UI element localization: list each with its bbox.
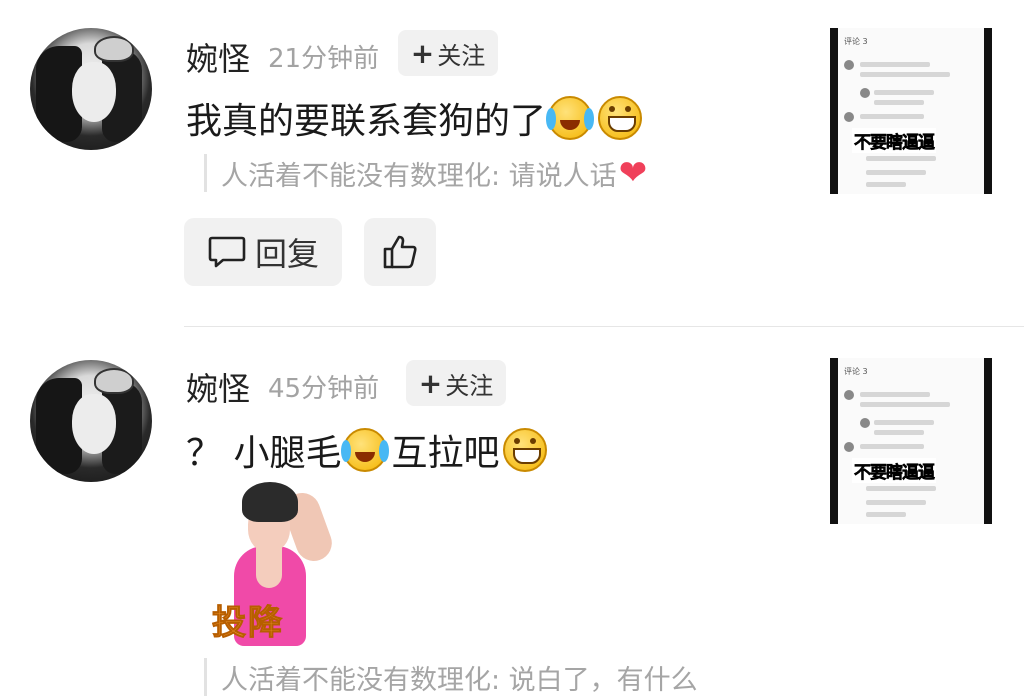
grin-emoji (598, 96, 643, 140)
divider (184, 326, 1024, 327)
video-thumbnail[interactable]: 评论 3 不要瞎逼逼 (830, 28, 992, 194)
thumbs-up-icon (383, 235, 417, 269)
grin-emoji (503, 428, 548, 472)
cry-laugh-emoji (546, 96, 593, 140)
username[interactable]: 婉怪 (186, 34, 250, 80)
like-button[interactable] (364, 218, 436, 286)
quoted-comment[interactable]: 人活着不能没有数理化: 说白了，有什么 (204, 658, 698, 696)
plus-icon: + (418, 366, 443, 400)
comment-time: 45分钟前 (268, 374, 380, 404)
reply-button[interactable]: 回复 (184, 218, 342, 286)
sticker-image[interactable]: 投降 (212, 482, 332, 646)
quoted-comment[interactable]: 人活着不能没有数理化: 请说人话 ❤ (204, 154, 647, 192)
comment-bubble-icon (208, 236, 246, 268)
thumbnail-caption: 不要瞎逼逼 (852, 458, 936, 483)
avatar[interactable] (30, 28, 152, 150)
cry-laugh-emoji (341, 428, 388, 472)
follow-button[interactable]: + 关注 (406, 360, 506, 406)
video-thumbnail[interactable]: 评论 3 不要瞎逼逼 (830, 358, 992, 524)
username[interactable]: 婉怪 (186, 364, 250, 410)
comment-text: 我真的要联系套狗的了 (186, 92, 643, 144)
thumbnail-caption: 不要瞎逼逼 (852, 128, 936, 153)
follow-button[interactable]: + 关注 (398, 30, 498, 76)
plus-icon: + (410, 36, 435, 70)
sticker-text: 投降 (212, 603, 284, 644)
comment-text: ？ 小腿毛 互拉吧 (186, 424, 548, 476)
heart-icon: ❤ (618, 153, 648, 193)
comment-time: 21分钟前 (268, 44, 380, 74)
avatar[interactable] (30, 360, 152, 482)
